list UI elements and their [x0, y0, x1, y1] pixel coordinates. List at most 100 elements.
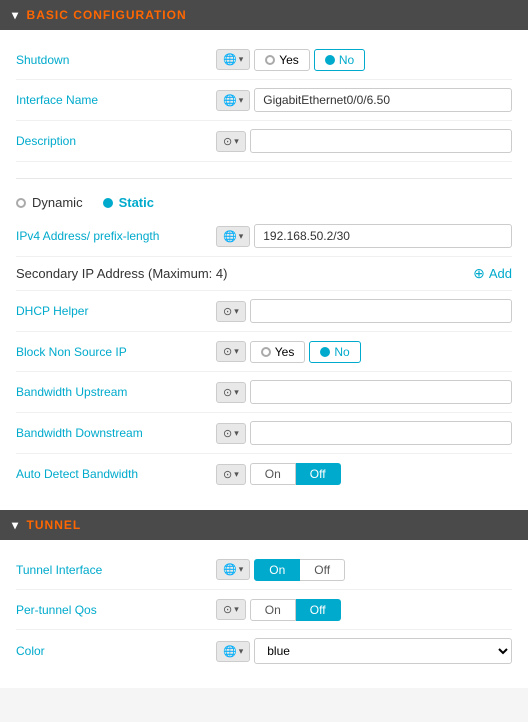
block-yes-dot	[261, 347, 271, 357]
bandwidth-upstream-input[interactable]	[250, 380, 512, 404]
auto-detect-on-btn[interactable]: On	[250, 463, 296, 485]
tunnel-interface-label: Tunnel Interface	[16, 563, 216, 577]
dhcp-icon-btn[interactable]: ⊙ ▾	[216, 301, 246, 322]
basic-config-title: BASIC CONFIGURATION	[27, 8, 187, 22]
ipv4-icon-btn[interactable]: 🌐 ▾	[216, 226, 250, 247]
secondary-ip-add[interactable]: ⊕ Add	[473, 265, 512, 282]
check-icon: ⊙	[223, 135, 232, 148]
secondary-ip-label: Secondary IP Address (Maximum: 4)	[16, 266, 227, 281]
interface-name-icon-btn[interactable]: 🌐 ▾	[216, 90, 250, 111]
per-tunnel-qos-label: Per-tunnel Qos	[16, 603, 216, 617]
color-control: 🌐 ▾ blue red green yellow	[216, 638, 512, 664]
tunnel-interface-on-btn[interactable]: On	[254, 559, 300, 581]
auto-detect-label: Auto Detect Bandwidth	[16, 467, 216, 481]
secondary-ip-row: Secondary IP Address (Maximum: 4) ⊕ Add	[16, 257, 512, 291]
check-icon-3: ⊙	[223, 345, 232, 358]
color-select[interactable]: blue red green yellow	[254, 638, 512, 664]
interface-name-label: Interface Name	[16, 93, 216, 107]
bandwidth-upstream-label: Bandwidth Upstream	[16, 385, 216, 399]
shutdown-control: 🌐 ▾ Yes No	[216, 49, 512, 71]
desc-icon-arrow: ▾	[234, 136, 239, 147]
shutdown-no-label: No	[339, 53, 354, 67]
check-icon-2: ⊙	[223, 305, 232, 318]
dynamic-mode-option[interactable]: Dynamic	[16, 195, 83, 210]
ipv4-control: 🌐 ▾	[216, 224, 512, 248]
auto-detect-control: ⊙ ▾ On Off	[216, 463, 512, 485]
bw-down-icon-arrow: ▾	[234, 428, 239, 439]
bandwidth-downstream-control: ⊙ ▾	[216, 421, 512, 445]
shutdown-icon-btn[interactable]: 🌐 ▾	[216, 49, 250, 70]
static-mode-option[interactable]: Static	[103, 195, 154, 210]
color-icon-arrow: ▾	[239, 646, 244, 657]
bw-up-icon-btn[interactable]: ⊙ ▾	[216, 382, 246, 403]
auto-detect-toggle-group: On Off	[250, 463, 341, 485]
block-no-option[interactable]: No	[309, 341, 360, 363]
check-icon-5: ⊙	[223, 427, 232, 440]
shutdown-yes-label: Yes	[279, 53, 299, 67]
block-no-dot	[320, 347, 330, 357]
per-tunnel-toggle-group: On Off	[250, 599, 341, 621]
description-label: Description	[16, 134, 216, 148]
block-non-source-row: Block Non Source IP ⊙ ▾ Yes No	[16, 332, 512, 372]
globe-icon-5: 🌐	[223, 645, 237, 658]
plus-icon: ⊕	[473, 265, 485, 282]
tunnel-interface-off-btn[interactable]: Off	[300, 559, 345, 581]
tunnel-interface-control: 🌐 ▾ On Off	[216, 559, 512, 581]
block-yes-option[interactable]: Yes	[250, 341, 306, 363]
globe-icon: 🌐	[223, 53, 237, 66]
shutdown-no-dot	[325, 55, 335, 65]
auto-detect-icon-arrow: ▾	[234, 469, 239, 480]
color-icon-btn[interactable]: 🌐 ▾	[216, 641, 250, 662]
shutdown-radio-group: Yes No	[254, 49, 365, 71]
shutdown-no-option[interactable]: No	[314, 49, 365, 71]
per-tunnel-qos-control: ⊙ ▾ On Off	[216, 599, 512, 621]
add-label: Add	[489, 266, 512, 281]
per-tunnel-on-btn[interactable]: On	[250, 599, 296, 621]
basic-config-chevron[interactable]: ▾	[12, 8, 19, 22]
dhcp-icon-arrow: ▾	[234, 306, 239, 317]
description-control: ⊙ ▾	[216, 129, 512, 153]
bandwidth-upstream-row: Bandwidth Upstream ⊙ ▾	[16, 372, 512, 413]
bw-up-icon-arrow: ▾	[234, 387, 239, 398]
interface-name-row: Interface Name 🌐 ▾	[16, 80, 512, 121]
dhcp-helper-row: DHCP Helper ⊙ ▾	[16, 291, 512, 332]
tunnel-interface-icon-btn[interactable]: 🌐 ▾	[216, 559, 250, 580]
interface-name-control: 🌐 ▾	[216, 88, 512, 112]
shutdown-yes-dot	[265, 55, 275, 65]
dhcp-helper-control: ⊙ ▾	[216, 299, 512, 323]
dhcp-helper-label: DHCP Helper	[16, 304, 216, 318]
per-tunnel-icon-arrow: ▾	[234, 604, 239, 615]
bw-down-icon-btn[interactable]: ⊙ ▾	[216, 423, 246, 444]
tunnel-chevron[interactable]: ▾	[12, 518, 19, 532]
basic-config-body: Shutdown 🌐 ▾ Yes No Interface Name	[0, 30, 528, 510]
tunnel-interface-icon-arrow: ▾	[239, 564, 244, 575]
ipv4-label: IPv4 Address/ prefix-length	[16, 229, 216, 243]
block-radio-group: Yes No	[250, 341, 361, 363]
description-icon-btn[interactable]: ⊙ ▾	[216, 131, 246, 152]
per-tunnel-off-btn[interactable]: Off	[296, 599, 341, 621]
check-icon-7: ⊙	[223, 603, 232, 616]
description-row: Description ⊙ ▾	[16, 121, 512, 162]
bandwidth-downstream-row: Bandwidth Downstream ⊙ ▾	[16, 413, 512, 454]
dynamic-label: Dynamic	[32, 195, 83, 210]
ipv4-input[interactable]	[254, 224, 512, 248]
auto-detect-icon-btn[interactable]: ⊙ ▾	[216, 464, 246, 485]
dhcp-helper-input[interactable]	[250, 299, 512, 323]
bandwidth-downstream-input[interactable]	[250, 421, 512, 445]
static-label: Static	[119, 195, 154, 210]
auto-detect-off-btn[interactable]: Off	[296, 463, 341, 485]
bandwidth-upstream-control: ⊙ ▾	[216, 380, 512, 404]
block-yes-label: Yes	[275, 345, 295, 359]
tunnel-body: Tunnel Interface 🌐 ▾ On Off Per-tunnel Q…	[0, 540, 528, 688]
per-tunnel-icon-btn[interactable]: ⊙ ▾	[216, 599, 246, 620]
interface-name-input[interactable]	[254, 88, 512, 112]
tunnel-title: TUNNEL	[27, 518, 82, 532]
shutdown-yes-option[interactable]: Yes	[254, 49, 310, 71]
block-non-source-label: Block Non Source IP	[16, 345, 216, 359]
block-non-source-control: ⊙ ▾ Yes No	[216, 341, 512, 363]
shutdown-row: Shutdown 🌐 ▾ Yes No	[16, 40, 512, 80]
shutdown-label: Shutdown	[16, 53, 216, 67]
block-icon-btn[interactable]: ⊙ ▾	[216, 341, 246, 362]
color-label: Color	[16, 644, 216, 658]
description-input[interactable]	[250, 129, 512, 153]
